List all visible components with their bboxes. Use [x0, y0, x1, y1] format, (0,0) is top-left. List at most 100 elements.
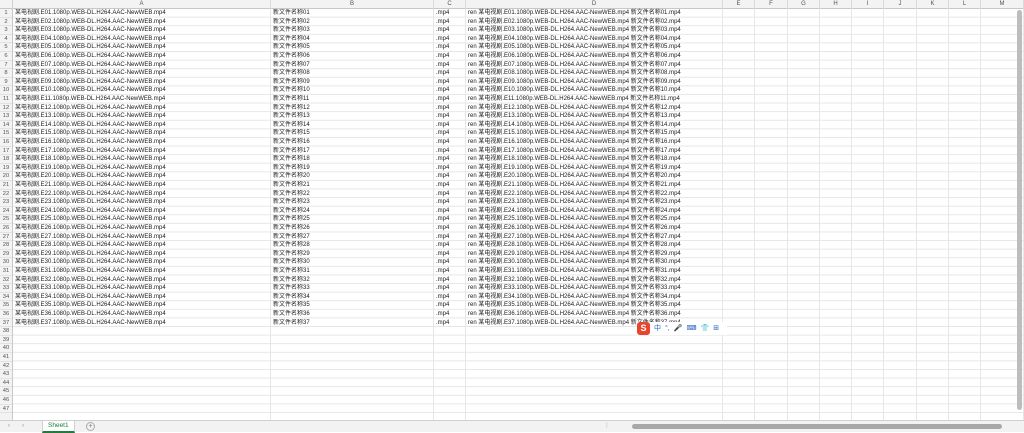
- cell-b[interactable]: 新文件名称24: [271, 207, 434, 216]
- row-header[interactable]: 3: [0, 26, 12, 35]
- cell-d[interactable]: ren 某电视剧.E31.1080p.WEB-DL.H264.AAC-NewWE…: [466, 267, 723, 276]
- cell-d[interactable]: ren 某电视剧.E24.1080p.WEB-DL.H264.AAC-NewWE…: [466, 207, 723, 216]
- cell-d[interactable]: ren 某电视剧.E11.1080p.WEB-DL.H264.AAC-NewWE…: [466, 95, 723, 104]
- cell-c[interactable]: .mp4: [434, 43, 466, 52]
- row-header[interactable]: 24: [0, 207, 12, 216]
- cell-c[interactable]: .mp4: [434, 9, 466, 18]
- cell-d[interactable]: ren 某电视剧.E30.1080p.WEB-DL.H264.AAC-NewWE…: [466, 258, 723, 267]
- row-header[interactable]: 30: [0, 258, 12, 267]
- cell-d[interactable]: ren 某电视剧.E10.1080p.WEB-DL.H264.AAC-NewWE…: [466, 86, 723, 95]
- row-header[interactable]: 16: [0, 138, 12, 147]
- cell-c[interactable]: .mp4: [434, 147, 466, 156]
- column-header-d[interactable]: D: [466, 0, 723, 9]
- cell-c[interactable]: .mp4: [434, 61, 466, 70]
- row-header[interactable]: 27: [0, 233, 12, 242]
- cell-b[interactable]: 新文件名称31: [271, 267, 434, 276]
- cell-a[interactable]: 某电视剧.E07.1080p.WEB-DL.H264.AAC-NewWEB.mp…: [13, 61, 271, 70]
- cell-d[interactable]: ren 某电视剧.E27.1080p.WEB-DL.H264.AAC-NewWE…: [466, 233, 723, 242]
- cell-a[interactable]: 某电视剧.E15.1080p.WEB-DL.H264.AAC-NewWEB.mp…: [13, 129, 271, 138]
- cell-a[interactable]: 某电视剧.E21.1080p.WEB-DL.H264.AAC-NewWEB.mp…: [13, 181, 271, 190]
- cell-c[interactable]: .mp4: [434, 121, 466, 130]
- row-header[interactable]: 42: [0, 362, 12, 371]
- cell-a[interactable]: 某电视剧.E22.1080p.WEB-DL.H264.AAC-NewWEB.mp…: [13, 190, 271, 199]
- cell-c[interactable]: .mp4: [434, 86, 466, 95]
- cell-b[interactable]: 新文件名称15: [271, 129, 434, 138]
- row-header[interactable]: 37: [0, 319, 12, 328]
- column-header-l[interactable]: L: [949, 0, 981, 9]
- cell-b[interactable]: 新文件名称03: [271, 26, 434, 35]
- cell-b[interactable]: 新文件名称12: [271, 104, 434, 113]
- cell-d[interactable]: ren 某电视剧.E34.1080p.WEB-DL.H264.AAC-NewWE…: [466, 293, 723, 302]
- cell-a[interactable]: 某电视剧.E35.1080p.WEB-DL.H264.AAC-NewWEB.mp…: [13, 301, 271, 310]
- skin-icon[interactable]: 👕: [701, 322, 710, 335]
- vertical-scrollbar[interactable]: [1017, 10, 1022, 414]
- row-header[interactable]: 5: [0, 43, 12, 52]
- cell-b[interactable]: 新文件名称28: [271, 241, 434, 250]
- column-header-h[interactable]: H: [820, 0, 852, 9]
- cell-a[interactable]: 某电视剧.E27.1080p.WEB-DL.H264.AAC-NewWEB.mp…: [13, 233, 271, 242]
- cell-a[interactable]: 某电视剧.E25.1080p.WEB-DL.H264.AAC-NewWEB.mp…: [13, 215, 271, 224]
- row-header[interactable]: 15: [0, 129, 12, 138]
- row-header[interactable]: 9: [0, 78, 12, 87]
- row-header[interactable]: 44: [0, 379, 12, 388]
- cell-a[interactable]: 某电视剧.E31.1080p.WEB-DL.H264.AAC-NewWEB.mp…: [13, 267, 271, 276]
- cell-a[interactable]: 某电视剧.E24.1080p.WEB-DL.H264.AAC-NewWEB.mp…: [13, 207, 271, 216]
- cell-a[interactable]: 某电视剧.E11.1080p.WEB-DL.H264.AAC-NewWEB.mp…: [13, 95, 271, 104]
- cell-d[interactable]: ren 某电视剧.E32.1080p.WEB-DL.H264.AAC-NewWE…: [466, 276, 723, 285]
- cell-d[interactable]: ren 某电视剧.E06.1080p.WEB-DL.H264.AAC-NewWE…: [466, 52, 723, 61]
- row-header[interactable]: 20: [0, 172, 12, 181]
- cell-c[interactable]: .mp4: [434, 258, 466, 267]
- cell-a[interactable]: 某电视剧.E09.1080p.WEB-DL.H264.AAC-NewWEB.mp…: [13, 78, 271, 87]
- row-header[interactable]: 23: [0, 198, 12, 207]
- cell-d[interactable]: ren 某电视剧.E02.1080p.WEB-DL.H264.AAC-NewWE…: [466, 18, 723, 27]
- row-header[interactable]: 25: [0, 215, 12, 224]
- cell-a[interactable]: 某电视剧.E19.1080p.WEB-DL.H264.AAC-NewWEB.mp…: [13, 164, 271, 173]
- cell-a[interactable]: 某电视剧.E05.1080p.WEB-DL.H264.AAC-NewWEB.mp…: [13, 43, 271, 52]
- cell-b[interactable]: 新文件名称16: [271, 138, 434, 147]
- cell-d[interactable]: ren 某电视剧.E09.1080p.WEB-DL.H264.AAC-NewWE…: [466, 78, 723, 87]
- cell-a[interactable]: 某电视剧.E20.1080p.WEB-DL.H264.AAC-NewWEB.mp…: [13, 172, 271, 181]
- cell-c[interactable]: .mp4: [434, 301, 466, 310]
- cell-b[interactable]: 新文件名称21: [271, 181, 434, 190]
- cell-a[interactable]: 某电视剧.E23.1080p.WEB-DL.H264.AAC-NewWEB.mp…: [13, 198, 271, 207]
- row-header[interactable]: 45: [0, 387, 12, 396]
- cell-a[interactable]: 某电视剧.E14.1080p.WEB-DL.H264.AAC-NewWEB.mp…: [13, 121, 271, 130]
- cell-c[interactable]: .mp4: [434, 224, 466, 233]
- cell-b[interactable]: 新文件名称35: [271, 301, 434, 310]
- cell-d[interactable]: ren 某电视剧.E07.1080p.WEB-DL.H264.AAC-NewWE…: [466, 61, 723, 70]
- vertical-scroll-thumb[interactable]: [1017, 10, 1022, 410]
- cell-d[interactable]: ren 某电视剧.E15.1080p.WEB-DL.H264.AAC-NewWE…: [466, 129, 723, 138]
- row-header[interactable]: 22: [0, 190, 12, 199]
- cell-b[interactable]: 新文件名称23: [271, 198, 434, 207]
- next-sheet-icon[interactable]: ›: [22, 421, 24, 432]
- row-header[interactable]: 35: [0, 301, 12, 310]
- cell-a[interactable]: 某电视剧.E37.1080p.WEB-DL.H264.AAC-NewWEB.mp…: [13, 319, 271, 328]
- cell-b[interactable]: 新文件名称19: [271, 164, 434, 173]
- cell-b[interactable]: 新文件名称37: [271, 319, 434, 328]
- cell-a[interactable]: 某电视剧.E36.1080p.WEB-DL.H264.AAC-NewWEB.mp…: [13, 310, 271, 319]
- cell-d[interactable]: ren 某电视剧.E35.1080p.WEB-DL.H264.AAC-NewWE…: [466, 301, 723, 310]
- row-header[interactable]: 28: [0, 241, 12, 250]
- row-header[interactable]: 38: [0, 327, 12, 336]
- cell-c[interactable]: .mp4: [434, 276, 466, 285]
- row-header[interactable]: 46: [0, 396, 12, 405]
- cell-b[interactable]: 新文件名称25: [271, 215, 434, 224]
- row-header[interactable]: 13: [0, 112, 12, 121]
- cell-c[interactable]: .mp4: [434, 18, 466, 27]
- cell-c[interactable]: .mp4: [434, 104, 466, 113]
- cell-a[interactable]: 某电视剧.E10.1080p.WEB-DL.H264.AAC-NewWEB.mp…: [13, 86, 271, 95]
- cell-c[interactable]: .mp4: [434, 172, 466, 181]
- column-header-a[interactable]: A: [13, 0, 271, 9]
- sogou-logo-icon[interactable]: S: [637, 322, 650, 335]
- cell-d[interactable]: ren 某电视剧.E03.1080p.WEB-DL.H264.AAC-NewWE…: [466, 26, 723, 35]
- cell-b[interactable]: 新文件名称36: [271, 310, 434, 319]
- cell-b[interactable]: 新文件名称22: [271, 190, 434, 199]
- cell-c[interactable]: .mp4: [434, 319, 466, 328]
- tab-sheet1[interactable]: Sheet1: [42, 421, 75, 433]
- cell-d[interactable]: ren 某电视剧.E33.1080p.WEB-DL.H264.AAC-NewWE…: [466, 284, 723, 293]
- cell-b[interactable]: 新文件名称32: [271, 276, 434, 285]
- row-header[interactable]: 43: [0, 370, 12, 379]
- cell-b[interactable]: 新文件名称27: [271, 233, 434, 242]
- cell-a[interactable]: 某电视剧.E26.1080p.WEB-DL.H264.AAC-NewWEB.mp…: [13, 224, 271, 233]
- cell-a[interactable]: 某电视剧.E18.1080p.WEB-DL.H264.AAC-NewWEB.mp…: [13, 155, 271, 164]
